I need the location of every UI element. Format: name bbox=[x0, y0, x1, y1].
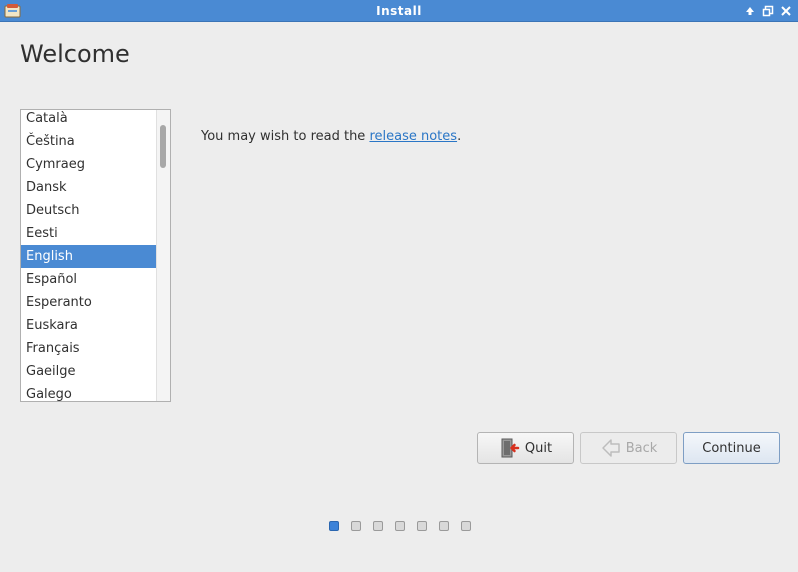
language-item[interactable]: Català bbox=[21, 110, 157, 130]
release-notes-link[interactable]: release notes bbox=[369, 129, 457, 144]
release-notes-text: You may wish to read the release notes. bbox=[201, 129, 461, 144]
back-button[interactable]: Back bbox=[580, 432, 677, 464]
continue-button[interactable]: Continue bbox=[683, 432, 780, 464]
quit-icon bbox=[499, 437, 521, 459]
step-dot bbox=[417, 521, 427, 531]
window-titlebar: Install bbox=[0, 0, 798, 22]
language-item[interactable]: Français bbox=[21, 337, 157, 360]
language-item[interactable]: Galego bbox=[21, 383, 157, 401]
language-item[interactable]: Cymraeg bbox=[21, 153, 157, 176]
language-item[interactable]: Esperanto bbox=[21, 291, 157, 314]
step-dot bbox=[439, 521, 449, 531]
page-title: Welcome bbox=[20, 40, 130, 68]
language-items: Català Čeština Cymraeg Dansk Deutsch Eesti Eng… bbox=[21, 110, 157, 401]
step-dot bbox=[461, 521, 471, 531]
step-dot bbox=[351, 521, 361, 531]
language-item[interactable]: Eesti bbox=[21, 222, 157, 245]
language-item[interactable]: Deutsch bbox=[21, 199, 157, 222]
back-button-label: Back bbox=[625, 440, 658, 456]
language-item[interactable]: Euskara bbox=[21, 314, 157, 337]
quit-button[interactable]: Quit bbox=[477, 432, 574, 464]
step-indicator bbox=[0, 521, 798, 533]
minimize-icon[interactable] bbox=[743, 4, 757, 18]
language-item[interactable]: Español bbox=[21, 268, 157, 291]
continue-button-label: Continue bbox=[702, 440, 761, 456]
step-dot bbox=[395, 521, 405, 531]
language-item[interactable]: Čeština bbox=[21, 130, 157, 153]
restore-icon[interactable] bbox=[761, 4, 775, 18]
language-list-scrollbar[interactable] bbox=[156, 110, 170, 401]
quit-button-label: Quit bbox=[524, 440, 553, 456]
window-title: Install bbox=[376, 4, 422, 18]
release-notes-prefix: You may wish to read the bbox=[201, 129, 370, 144]
step-dot bbox=[329, 521, 339, 531]
language-item[interactable]: Dansk bbox=[21, 176, 157, 199]
language-list[interactable]: Català Čeština Cymraeg Dansk Deutsch Eesti Eng… bbox=[20, 109, 171, 402]
language-item[interactable]: English bbox=[21, 245, 157, 268]
scrollbar-thumb[interactable] bbox=[160, 125, 166, 168]
step-dot bbox=[373, 521, 383, 531]
back-arrow-icon bbox=[600, 437, 622, 459]
close-icon[interactable] bbox=[779, 4, 793, 18]
release-notes-suffix: . bbox=[457, 129, 462, 144]
language-item[interactable]: Gaeilge bbox=[21, 360, 157, 383]
